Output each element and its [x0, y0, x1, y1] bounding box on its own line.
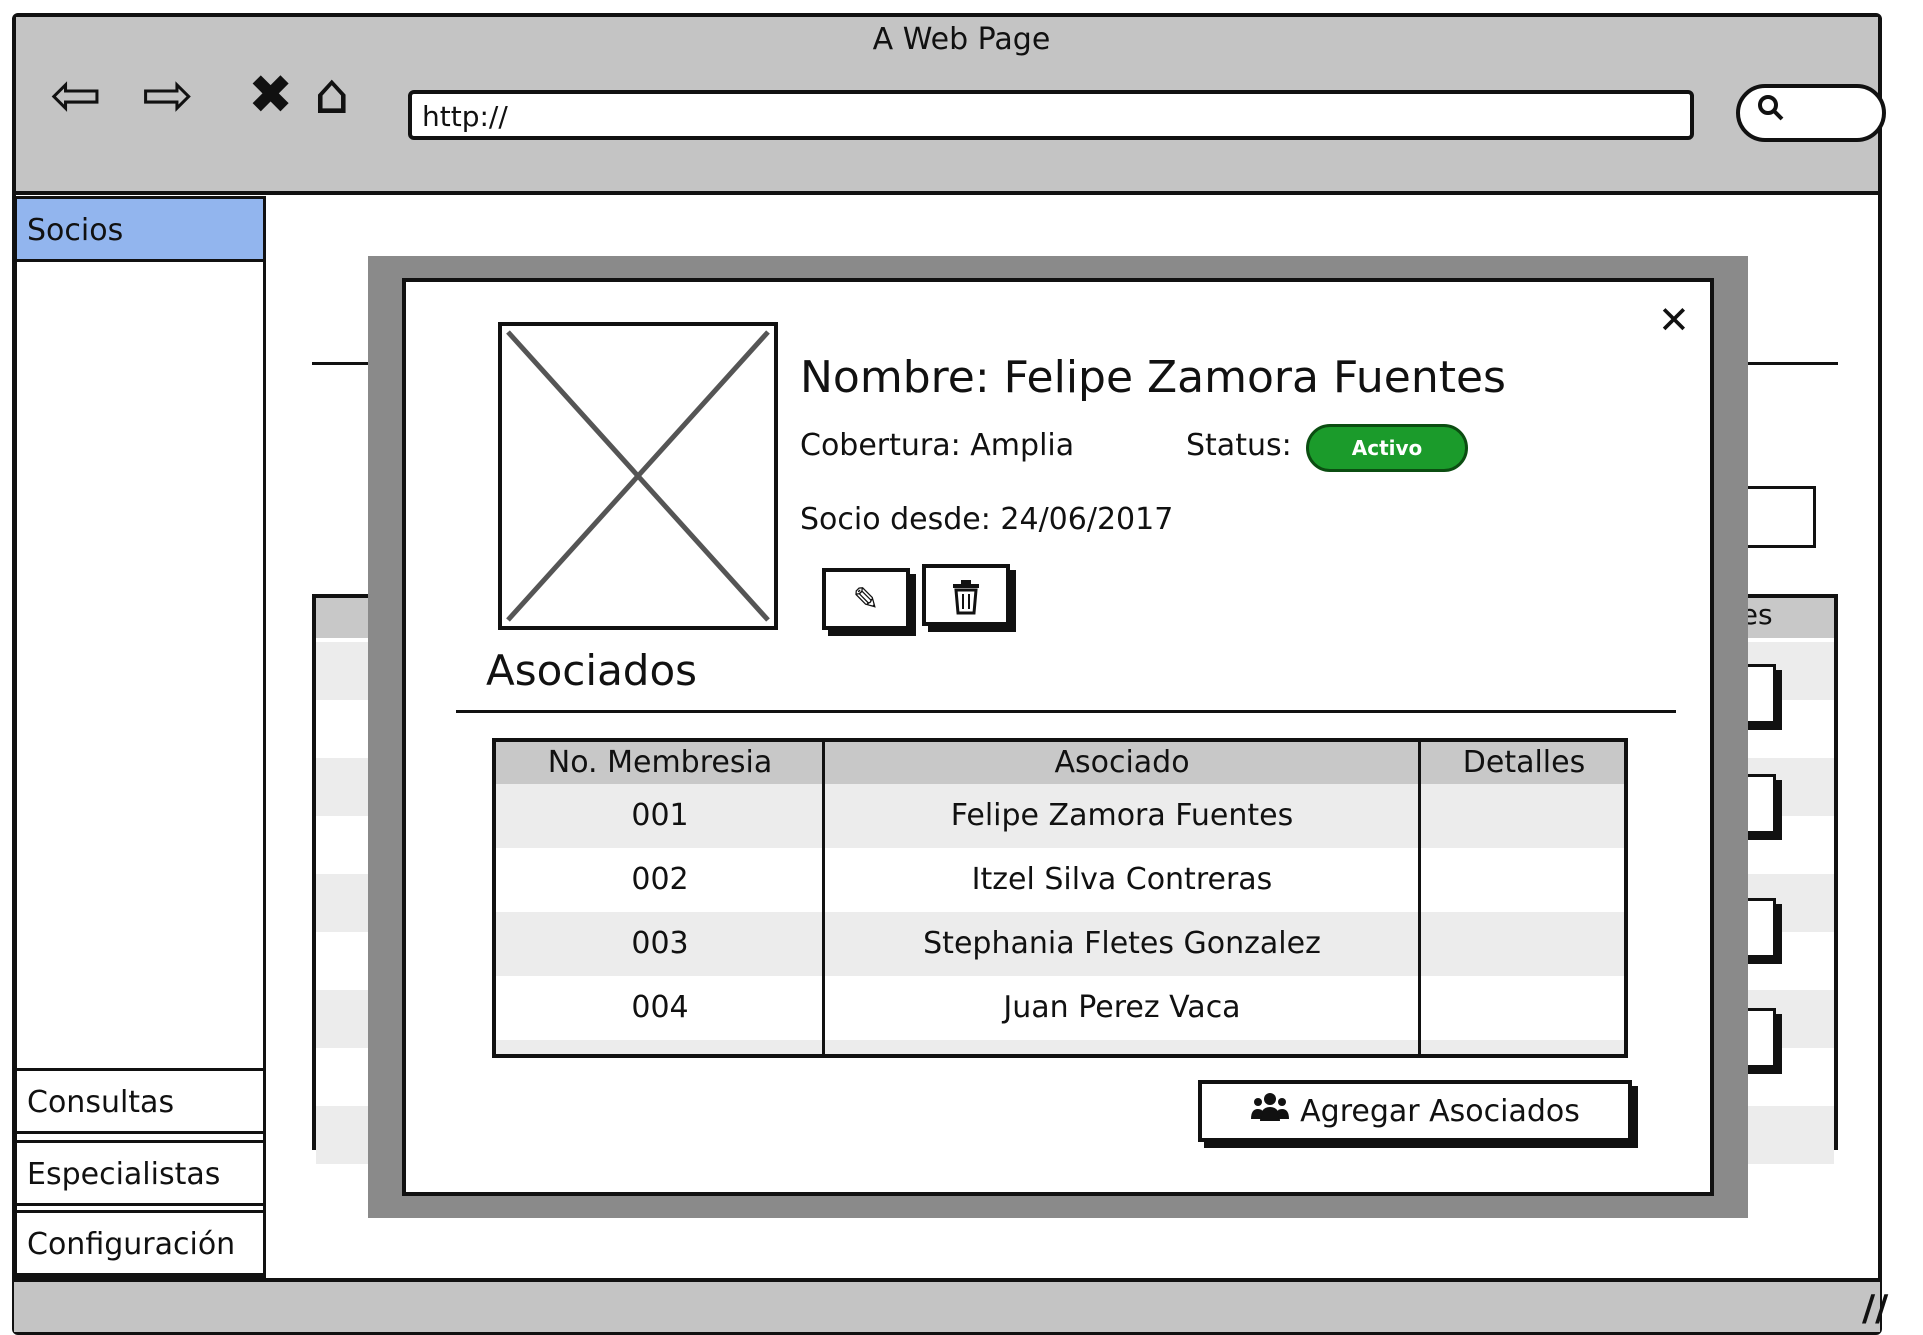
- close-x-icon[interactable]: ✖: [248, 64, 293, 126]
- asociados-table: No. Membresia Asociado Detalles 001 Feli…: [492, 738, 1628, 1058]
- trash-icon: [951, 576, 981, 615]
- asociado-cell: Felipe Zamora Fuentes: [950, 798, 1294, 833]
- table-row[interactable]: 001 Felipe Zamora Fuentes: [496, 784, 1624, 848]
- column-separator: [822, 742, 825, 1054]
- home-icon[interactable]: ⌂: [314, 64, 350, 126]
- sidebar-item-label: Consultas: [27, 1085, 175, 1120]
- membresia-cell: 003: [631, 926, 689, 961]
- membresia-cell: 002: [631, 862, 689, 897]
- add-asociados-label: Agregar Asociados: [1300, 1093, 1580, 1129]
- users-icon: [1250, 1091, 1290, 1131]
- sidebar-item-configuracion[interactable]: Configuración: [14, 1210, 266, 1276]
- asociado-cell: Stephania Fletes Gonzalez: [923, 926, 1321, 961]
- table-header: No. Membresia Asociado Detalles: [496, 742, 1624, 784]
- status-bar: [14, 1278, 1880, 1332]
- close-icon[interactable]: ✕: [1658, 298, 1690, 342]
- section-title: Asociados: [486, 646, 698, 695]
- asociado-cell: Juan Perez Vaca: [1003, 990, 1241, 1025]
- address-bar[interactable]: http://: [408, 90, 1694, 140]
- table-row[interactable]: 004 Juan Perez Vaca: [496, 976, 1624, 1040]
- column-separator: [1418, 742, 1421, 1054]
- search-input[interactable]: [1736, 84, 1886, 142]
- table-row: [496, 1040, 1624, 1054]
- status-badge: Activo: [1306, 424, 1468, 472]
- column-header-membresia: No. Membresia: [547, 745, 773, 780]
- status-label: Status:: [1186, 428, 1292, 463]
- back-arrow-icon[interactable]: ⇦: [50, 64, 102, 126]
- membresia-cell: 004: [631, 990, 689, 1025]
- sidebar-item-especialistas[interactable]: Especialistas: [14, 1140, 266, 1206]
- search-icon: [1756, 92, 1786, 132]
- table-row[interactable]: 002 Itzel Silva Contreras: [496, 848, 1624, 912]
- cobertura-text: Cobertura: Amplia: [800, 428, 1075, 463]
- asociado-cell: Itzel Silva Contreras: [971, 862, 1273, 897]
- column-header-asociado: Asociado: [1054, 745, 1190, 780]
- socio-desde-text: Socio desde: 24/06/2017: [800, 502, 1174, 537]
- sidebar-item-label: Configuración: [27, 1227, 236, 1262]
- edit-icon: ✎: [852, 580, 880, 618]
- section-divider: [456, 710, 1676, 713]
- sidebar-item-consultas[interactable]: Consultas: [14, 1068, 266, 1134]
- address-text: http://: [422, 100, 508, 133]
- add-asociados-button[interactable]: Agregar Asociados: [1198, 1080, 1632, 1142]
- forward-arrow-icon[interactable]: ⇨: [142, 64, 194, 126]
- member-name: Nombre: Felipe Zamora Fuentes: [800, 352, 1506, 403]
- window-title: A Web Page: [872, 22, 1051, 57]
- membresia-cell: 001: [631, 798, 689, 833]
- column-header-detalles: Detalles: [1462, 745, 1586, 780]
- sidebar-item-socios[interactable]: Socios: [14, 196, 266, 262]
- image-placeholder-icon: [498, 322, 778, 630]
- edit-button[interactable]: ✎: [822, 568, 910, 630]
- sidebar-item-label: Socios: [27, 213, 124, 248]
- delete-button[interactable]: [922, 564, 1010, 626]
- resize-handle-icon[interactable]: //: [1862, 1288, 1888, 1329]
- sidebar-item-label: Especialistas: [27, 1157, 221, 1192]
- table-row[interactable]: 003 Stephania Fletes Gonzalez: [496, 912, 1624, 976]
